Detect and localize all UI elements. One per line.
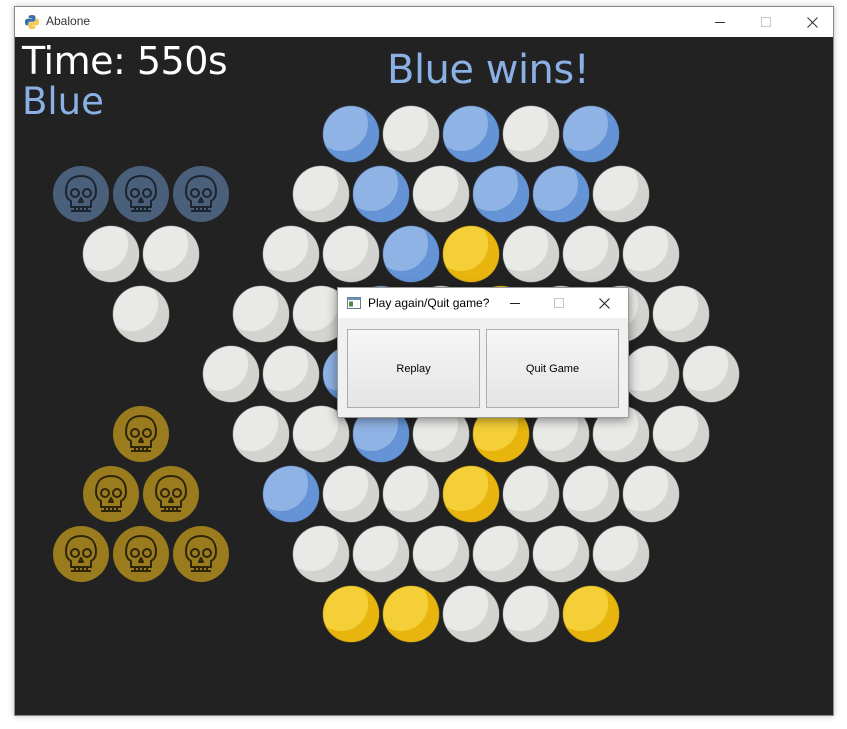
win-message: Blue wins! xyxy=(387,47,590,93)
captured-marble xyxy=(53,166,109,222)
maximize-icon xyxy=(554,298,564,308)
current-player: Blue xyxy=(22,80,104,123)
marble-blue[interactable] xyxy=(305,88,380,163)
minimize-icon xyxy=(715,22,725,23)
close-icon xyxy=(598,297,610,309)
captured-marble xyxy=(173,166,229,222)
replay-button[interactable]: Replay xyxy=(347,329,480,408)
captured-marble xyxy=(113,526,169,582)
captured-marble xyxy=(53,526,109,582)
close-icon xyxy=(806,16,818,28)
play-again-dialog: Play again/Quit game? Replay Quit Game xyxy=(337,287,629,418)
maximize-icon xyxy=(761,17,771,27)
captured-marble xyxy=(83,466,139,522)
dialog-title-bar[interactable]: Play again/Quit game? xyxy=(338,288,628,318)
dialog-close-button[interactable] xyxy=(582,288,626,318)
title-bar[interactable]: Abalone xyxy=(15,7,833,37)
dialog-title: Play again/Quit game? xyxy=(368,296,490,310)
minimize-icon xyxy=(510,303,520,304)
captured-marble xyxy=(143,466,199,522)
captured-marble xyxy=(173,526,229,582)
time-display: Time: 550s xyxy=(22,39,228,83)
window-app-icon xyxy=(347,297,361,309)
python-icon xyxy=(25,15,39,29)
minimize-button[interactable] xyxy=(697,7,743,37)
maximize-button[interactable] xyxy=(743,7,789,37)
close-button[interactable] xyxy=(789,7,835,37)
window-title: Abalone xyxy=(46,14,91,28)
captured-marble xyxy=(113,406,169,462)
dialog-minimize-button[interactable] xyxy=(493,288,537,318)
captured-marble xyxy=(113,166,169,222)
dialog-maximize-button[interactable] xyxy=(537,288,581,318)
quit-game-button[interactable]: Quit Game xyxy=(486,329,619,408)
